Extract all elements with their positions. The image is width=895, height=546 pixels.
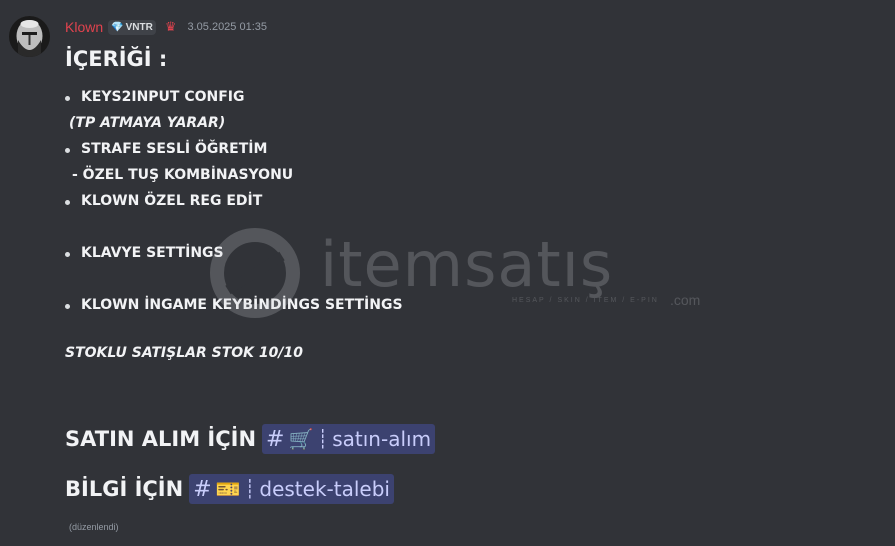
timestamp: 3.05.2025 01:35 bbox=[187, 21, 268, 33]
watermark-brand: itemsatış bbox=[320, 228, 614, 301]
channel-hash-icon: # bbox=[193, 476, 212, 502]
server-tag-label: VNTR bbox=[125, 21, 153, 33]
separator: ┊ bbox=[244, 478, 256, 500]
channel-mention-satin-alim[interactable]: # 🛒 ┊ satın-alım bbox=[262, 424, 436, 454]
channel-name: destek-talebi bbox=[259, 477, 390, 501]
info-line: BİLGİ İÇİN # 🎫 ┊ destek-talebi bbox=[65, 474, 394, 504]
edited-indicator: (düzenlendi) bbox=[69, 522, 119, 532]
bullet bbox=[65, 252, 70, 257]
channel-hash-icon: # bbox=[266, 426, 285, 452]
watermark-suffix: .com bbox=[670, 292, 701, 308]
bullet bbox=[65, 148, 70, 153]
server-tag[interactable]: 💎 VNTR bbox=[108, 19, 156, 35]
username[interactable]: Klown bbox=[65, 19, 103, 35]
list-item: KLAVYE SETTİNGS bbox=[81, 245, 224, 261]
separator: ┊ bbox=[317, 428, 329, 450]
info-label: BİLGİ İÇİN bbox=[65, 477, 184, 501]
channel-mention-destek-talebi[interactable]: # 🎫 ┊ destek-talebi bbox=[189, 474, 394, 504]
watermark-tagline: HESAP / SKIN / ITEM / E-PIN bbox=[512, 297, 659, 304]
list-item-sub: - ÖZEL TUŞ KOMBİNASYONU bbox=[72, 167, 294, 183]
list-item: KLOWN İNGAME KEYBİNDİNGS SETTİNGS bbox=[81, 297, 403, 313]
message-header: Klown 💎 VNTR ♛ 3.05.2025 01:35 bbox=[65, 17, 267, 37]
bullet bbox=[65, 304, 70, 309]
message: Klown 💎 VNTR ♛ 3.05.2025 01:35 İÇERİĞİ :… bbox=[0, 0, 895, 546]
bullet bbox=[65, 96, 70, 101]
ticket-icon: 🎫 bbox=[215, 477, 241, 501]
bullet bbox=[65, 200, 70, 205]
purchase-line: SATIN ALIM İÇİN # 🛒 ┊ satın-alım bbox=[65, 424, 436, 454]
list-item: STRAFE SESLİ ÖĞRETİM bbox=[81, 141, 268, 157]
stock-text: STOKLU SATIŞLAR STOK 10/10 bbox=[65, 345, 303, 361]
avatar[interactable] bbox=[9, 16, 50, 57]
helmet-avatar-icon bbox=[9, 16, 50, 57]
crown-icon[interactable]: ♛ bbox=[165, 20, 177, 35]
channel-name: satın-alım bbox=[332, 427, 432, 451]
list-item: KLOWN ÖZEL REG EDİT bbox=[81, 193, 263, 209]
cart-icon: 🛒 bbox=[288, 427, 314, 451]
list-item: KEYS2INPUT CONFIG bbox=[81, 89, 245, 105]
purchase-label: SATIN ALIM İÇİN bbox=[65, 427, 257, 451]
list-item-note: (TP ATMAYA YARAR) bbox=[69, 115, 226, 131]
diamond-icon: 💎 bbox=[111, 21, 124, 33]
content-heading: İÇERİĞİ : bbox=[65, 47, 168, 71]
